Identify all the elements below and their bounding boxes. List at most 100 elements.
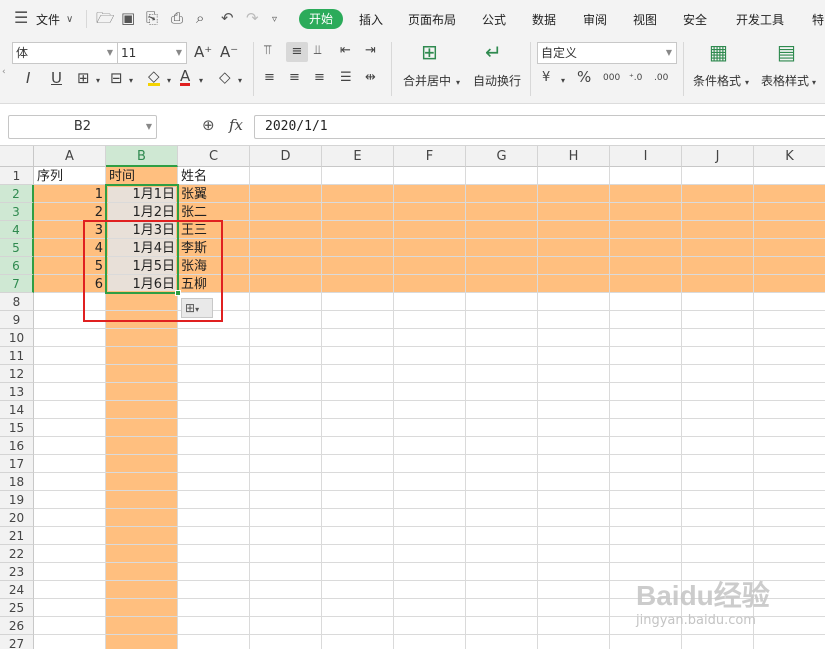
column-header-c[interactable]: C [178,146,250,167]
align-center-icon[interactable]: ≡ [289,70,300,86]
wrap-text-label[interactable]: 自动换行 [473,72,521,89]
column-header-d[interactable]: D [250,146,322,167]
row-header[interactable]: 2 [0,185,34,203]
formula-input[interactable]: 2020/1/1 [254,115,825,139]
thousands-separator-icon[interactable]: 000 [603,70,620,86]
align-middle-icon[interactable]: ≡ [286,42,308,62]
scroll-left-icon[interactable]: ‹ [2,64,6,80]
zoom-search-icon[interactable]: ⊕ [202,116,215,134]
print-preview-icon[interactable]: ⌕ [196,10,204,26]
font-name-select[interactable]: 体 ▼ [12,42,118,64]
column-header-e[interactable]: E [322,146,394,167]
row-header[interactable]: 16 [0,437,34,455]
sequence-cell[interactable]: 2 [34,204,103,221]
align-top-icon[interactable]: ⫪ [264,43,271,59]
chevron-down-icon[interactable]: ▾ [238,73,242,89]
font-size-select[interactable]: 11 ▼ [117,42,187,64]
column-header-i[interactable]: I [610,146,682,167]
decrease-indent-icon[interactable]: ⇤ [340,43,351,59]
header-cell-time[interactable]: 时间 [109,168,135,185]
tab-security[interactable]: 安全 [683,11,707,28]
chevron-down-icon[interactable]: ▾ [96,73,100,89]
name-cell[interactable]: 张翼 [181,186,207,203]
column-header-b[interactable]: B [106,146,178,167]
row-header[interactable]: 25 [0,599,34,617]
row-header[interactable]: 6 [0,257,34,275]
row-header[interactable]: 3 [0,203,34,221]
font-color-icon[interactable]: A [180,69,191,86]
file-menu[interactable]: 文件 [36,11,60,28]
tab-data[interactable]: 数据 [532,11,556,28]
fill-color-icon[interactable]: ◇ [148,69,160,86]
column-header-k[interactable]: K [754,146,825,167]
align-right-icon[interactable]: ≡ [314,70,325,86]
table-style-label[interactable]: 表格样式 [761,72,809,89]
clear-format-icon[interactable]: ◇ [219,69,231,85]
row-header[interactable]: 27 [0,635,34,649]
select-all-corner[interactable] [0,146,34,167]
row-header[interactable]: 19 [0,491,34,509]
italic-icon[interactable]: I [26,70,30,86]
row-header[interactable]: 22 [0,545,34,563]
name-cell[interactable]: 张二 [181,204,207,221]
chevron-down-icon[interactable]: ▾ [745,75,749,91]
wrap-text-icon[interactable]: ↵ [485,42,502,62]
column-header-g[interactable]: G [466,146,538,167]
percent-icon[interactable]: % [577,69,591,85]
conditional-format-icon[interactable]: ▦ [709,42,728,62]
increase-font-icon[interactable]: A⁺ [194,44,212,60]
tab-view[interactable]: 视图 [633,11,657,28]
merge-center-icon[interactable]: ⊞ [421,42,438,62]
tab-review[interactable]: 审阅 [583,11,607,28]
merge-center-label[interactable]: 合并居中 [403,72,451,89]
fx-label[interactable]: fx [229,116,243,134]
increase-decimal-icon[interactable]: ⁺.0 [629,70,642,86]
row-header[interactable]: 23 [0,563,34,581]
header-cell-name[interactable]: 姓名 [181,168,207,185]
row-header[interactable]: 24 [0,581,34,599]
sequence-cell[interactable]: 1 [34,186,103,203]
tab-insert[interactable]: 插入 [359,11,383,28]
print-icon[interactable]: ⎙ [171,10,183,26]
name-box[interactable]: B2 ▼ [8,115,157,139]
row-header[interactable]: 18 [0,473,34,491]
tab-developer[interactable]: 开发工具 [736,11,784,28]
number-format-select[interactable]: 自定义 ▼ [537,42,677,64]
increase-indent-icon[interactable]: ⇥ [365,43,376,59]
cell-style-icon[interactable]: ⊟ [110,70,123,86]
row-header[interactable]: 21 [0,527,34,545]
chevron-down-icon[interactable]: ▾ [456,75,460,91]
justify-icon[interactable]: ☰ [340,70,352,86]
header-cell-sequence[interactable]: 序列 [37,168,63,185]
column-header-h[interactable]: H [538,146,610,167]
table-style-icon[interactable]: ▤ [777,42,796,62]
row-header[interactable]: 4 [0,221,34,239]
row-header[interactable]: 1 [0,167,34,185]
tab-formulas[interactable]: 公式 [482,11,506,28]
row-header[interactable]: 14 [0,401,34,419]
row-header[interactable]: 9 [0,311,34,329]
row-header[interactable]: 13 [0,383,34,401]
tab-page-layout[interactable]: 页面布局 [408,11,456,28]
hamburger-menu-icon[interactable]: ☰ [14,10,28,26]
save-icon[interactable]: ▣ [121,10,135,26]
row-header[interactable]: 10 [0,329,34,347]
decrease-decimal-icon[interactable]: .00 [654,70,668,86]
row-header[interactable]: 7 [0,275,34,293]
row-header[interactable]: 8 [0,293,34,311]
chevron-down-icon[interactable]: ▾ [167,73,171,89]
row-header[interactable]: 5 [0,239,34,257]
tab-special[interactable]: 特 [812,11,824,28]
decrease-font-icon[interactable]: A⁻ [220,44,238,60]
align-bottom-icon[interactable]: ⫫ [314,43,321,59]
row-header[interactable]: 17 [0,455,34,473]
chevron-down-icon[interactable]: ▾ [199,73,203,89]
chevron-down-icon[interactable]: ▾ [129,73,133,89]
chevron-down-icon[interactable]: ▾ [561,73,565,89]
conditional-format-label[interactable]: 条件格式 [693,72,741,89]
chevron-down-icon[interactable]: ∨ [66,12,73,28]
currency-icon[interactable]: ¥ [542,70,550,86]
row-header[interactable]: 20 [0,509,34,527]
underline-icon[interactable]: U [51,70,62,86]
open-folder-icon[interactable]: 🗁 [96,10,115,26]
